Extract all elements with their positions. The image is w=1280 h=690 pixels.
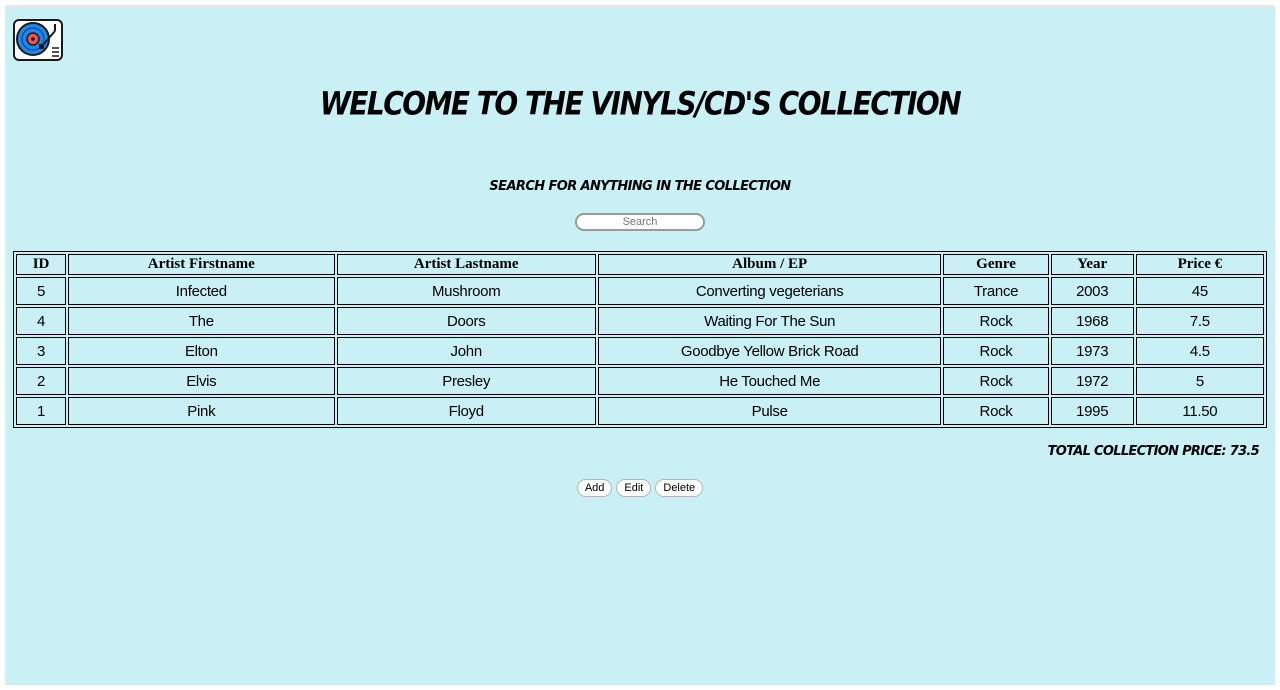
cell-album: Goodbye Yellow Brick Road — [597, 337, 942, 365]
cell-genre: Rock — [943, 337, 1049, 365]
cell-genre: Rock — [943, 397, 1049, 425]
column-header-year: Year — [1050, 254, 1134, 275]
table-row[interactable]: 3 Elton John Goodbye Yellow Brick Road R… — [16, 337, 1264, 365]
column-header-price: Price € — [1135, 254, 1264, 275]
add-button[interactable]: Add — [576, 479, 613, 497]
cell-album: Pulse — [597, 397, 942, 425]
cell-id: 5 — [16, 277, 67, 305]
cell-price: 7.5 — [1135, 307, 1264, 335]
cell-year: 1972 — [1050, 367, 1134, 395]
delete-button[interactable]: Delete — [655, 479, 704, 497]
cell-price: 11.50 — [1135, 397, 1264, 425]
page-title: Welcome to the Vinyls/CD's Collection — [319, 84, 962, 123]
column-header-id: ID — [16, 254, 67, 275]
cell-price: 45 — [1135, 277, 1264, 305]
cell-id: 4 — [16, 307, 67, 335]
table-header-row: ID Artist Firstname Artist Lastname Albu… — [16, 254, 1264, 275]
page-container: Welcome to the Vinyls/CD's Collection Se… — [5, 5, 1275, 685]
table-row[interactable]: 2 Elvis Presley He Touched Me Rock 1972 … — [16, 367, 1264, 395]
search-input[interactable] — [575, 213, 705, 231]
table-row[interactable]: 5 Infected Mushroom Converting vegeteria… — [16, 277, 1264, 305]
cell-genre: Rock — [943, 307, 1049, 335]
column-header-album: Album / EP — [597, 254, 942, 275]
cell-artist-firstname: Infected — [68, 277, 335, 305]
cell-album: Converting vegeterians — [597, 277, 942, 305]
cell-artist-lastname: Mushroom — [336, 277, 596, 305]
cell-year: 2003 — [1050, 277, 1134, 305]
search-label: Search for anything in the collection — [489, 179, 791, 194]
action-buttons: Add Edit Delete — [5, 479, 1275, 497]
cell-artist-firstname: The — [68, 307, 335, 335]
table-row[interactable]: 4 The Doors Waiting For The Sun Rock 196… — [16, 307, 1264, 335]
cell-year: 1968 — [1050, 307, 1134, 335]
column-header-artist-lastname: Artist Lastname — [336, 254, 596, 275]
cell-album: Waiting For The Sun — [597, 307, 942, 335]
column-header-artist-firstname: Artist Firstname — [68, 254, 335, 275]
cell-price: 4.5 — [1135, 337, 1264, 365]
turntable-icon[interactable] — [13, 19, 63, 61]
cell-artist-lastname: Presley — [336, 367, 596, 395]
cell-id: 1 — [16, 397, 67, 425]
cell-year: 1995 — [1050, 397, 1134, 425]
table-row[interactable]: 1 Pink Floyd Pulse Rock 1995 11.50 — [16, 397, 1264, 425]
cell-artist-firstname: Pink — [68, 397, 335, 425]
column-header-genre: Genre — [943, 254, 1049, 275]
cell-artist-lastname: John — [336, 337, 596, 365]
cell-genre: Trance — [943, 277, 1049, 305]
collection-table: ID Artist Firstname Artist Lastname Albu… — [13, 251, 1267, 428]
cell-id: 3 — [16, 337, 67, 365]
cell-artist-lastname: Doors — [336, 307, 596, 335]
cell-artist-firstname: Elvis — [68, 367, 335, 395]
edit-button[interactable]: Edit — [616, 479, 652, 497]
cell-artist-lastname: Floyd — [336, 397, 596, 425]
cell-year: 1973 — [1050, 337, 1134, 365]
cell-album: He Touched Me — [597, 367, 942, 395]
total-collection-price: Total collection price: 73.5 — [1047, 444, 1260, 459]
cell-genre: Rock — [943, 367, 1049, 395]
cell-id: 2 — [16, 367, 67, 395]
cell-artist-firstname: Elton — [68, 337, 335, 365]
cell-price: 5 — [1135, 367, 1264, 395]
